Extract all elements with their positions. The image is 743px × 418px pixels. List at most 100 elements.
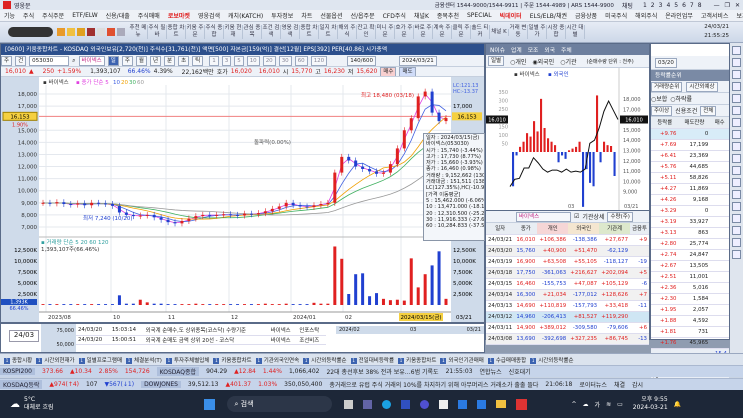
rank-row[interactable]: +1.95 2,057 (651, 304, 729, 316)
tab-외국인기관매매[interactable]: 1 외국인기관매매 (440, 356, 484, 364)
menu-주식매매[interactable]: 주식매매 (138, 11, 160, 20)
toolbar-button[interactable]: 해외 주식 (338, 25, 357, 39)
rank-row[interactable]: +4.27 11,869 (651, 183, 729, 195)
toolbar-button[interactable]: 시장 종합 (547, 25, 566, 39)
menu-영웅검색[interactable]: 영웅검색 (198, 11, 220, 20)
chart-date-field[interactable]: 2024/03/21 (399, 55, 437, 66)
rank-row[interactable]: +1.88 4,592 (651, 315, 729, 327)
interval-20[interactable]: 20 (262, 55, 276, 66)
save-icon[interactable] (57, 28, 65, 36)
toolbar-button[interactable]: 조건 검색 (262, 25, 281, 39)
toolbar-button[interactable]: 관심 종목 (243, 25, 262, 39)
rank-column-header[interactable]: 매수 (710, 117, 729, 129)
tool-icon[interactable] (97, 28, 105, 36)
rank-row[interactable]: +2.36 5,016 (651, 282, 729, 294)
menu-해외주식[interactable]: 해외주식 (635, 11, 657, 20)
chart2-icon[interactable] (732, 94, 741, 103)
tab-체결분석(T)[interactable]: 1 체결분석(T) (126, 356, 162, 364)
taskbar-search[interactable]: ⌕ 검색 (226, 396, 332, 412)
swap-icon[interactable] (732, 46, 741, 55)
screen-page-7[interactable]: 7 (690, 2, 694, 9)
menu-SPECIAL[interactable]: SPECIAL (467, 12, 492, 19)
gear-icon[interactable] (732, 70, 741, 79)
cursor-icon[interactable] (732, 106, 741, 115)
toolbar-button[interactable]: 키움 주문 (186, 25, 205, 39)
column-header[interactable]: 금융투 (630, 223, 649, 235)
rank-row[interactable]: +2.67 13,505 (651, 260, 729, 272)
period-틱[interactable]: 틱 (192, 55, 204, 66)
rank-row[interactable]: +6.41 23,369 (651, 150, 729, 162)
rank-row[interactable]: +2.51 11,001 (651, 271, 729, 283)
toolbar-button[interactable]: 클릭 주문 (452, 25, 471, 39)
investor-net-chart[interactable]: 3503002502001501005018,00017,00016,00015… (486, 68, 649, 210)
mini-timeline[interactable]: 2024/02 03 03/21 (336, 326, 484, 334)
tab-시간외등락률순[interactable]: 1 시간외등락률순 (303, 356, 347, 364)
menu-기능[interactable]: 기능 (4, 11, 15, 20)
index-field[interactable]: 감시 (632, 380, 643, 389)
investor-tab-N이슈[interactable]: N이슈 (490, 45, 505, 54)
menu-캐치(KATCH)[interactable]: 캐치(KATCH) (228, 11, 263, 20)
screen-page-1[interactable]: 1 (643, 2, 647, 9)
interval-3[interactable]: 3 (221, 55, 232, 66)
task-view-icon[interactable] (343, 399, 353, 409)
rank-tab-시간외예상[interactable]: 시간외예상 (686, 81, 718, 92)
column-header[interactable]: 외국인 (568, 223, 600, 235)
interval-60[interactable]: 60 (294, 55, 308, 66)
tab-투자주체별입체[interactable]: 1 투자주체별입체 (165, 356, 209, 364)
tab-종합시황[interactable]: 1 종합시황 (4, 356, 32, 364)
menu-미국주식[interactable]: 미국주식 (605, 11, 627, 20)
table-row[interactable]: 24/03/20 15,760 +40,900 +51,470 -62,129 (486, 245, 649, 257)
toolbar-button[interactable]: 계속 주문 (433, 25, 452, 39)
interval-120[interactable]: 120 (310, 55, 328, 66)
chart-type-select[interactable]: 주 (1, 55, 13, 66)
rank-row[interactable]: +5.76 44,685 (651, 161, 729, 173)
toolbar-button[interactable]: 잔고 확인 (357, 25, 376, 39)
buy-button[interactable]: 매수 (380, 67, 397, 76)
tab-키움종합차트[interactable]: 1 키움종합차트 (398, 356, 436, 364)
eraser2-icon[interactable] (732, 226, 741, 235)
table-row[interactable]: 24/03/08 13,690 -392,698 +327,235 +86,745 -13 (486, 333, 649, 345)
menu-빅데이터[interactable]: 빅데이터 (500, 11, 522, 20)
toolbar-button[interactable]: 일지 차트 (319, 25, 338, 39)
sell-button[interactable]: 매도 (399, 67, 416, 76)
app-icon[interactable] (457, 399, 467, 409)
minimize-button[interactable]: — (714, 2, 720, 9)
tab-시간외현재가[interactable]: 1 시간외현재가 (36, 356, 75, 364)
rank-row[interactable]: +1.76 45,965 (651, 337, 729, 349)
menu-투자정보[interactable]: 투자정보 (271, 11, 293, 20)
edge-icon[interactable] (381, 399, 391, 409)
toolbar-button[interactable]: 바로 주문 (414, 25, 433, 39)
column-header[interactable]: 기관계 (599, 223, 631, 235)
store-icon[interactable] (438, 399, 448, 409)
menu-차트[interactable]: 차트 (301, 11, 312, 20)
toolbar-button[interactable]: 주식 종합 (205, 25, 224, 39)
column-header[interactable]: 종가 (514, 223, 538, 235)
app-icon[interactable] (400, 399, 410, 409)
screen-icon[interactable] (87, 28, 95, 36)
youngwoongmun-icon[interactable] (515, 398, 527, 410)
tab-시간외등락률순[interactable]: 1 시간외등락률순 (530, 356, 574, 364)
index-field[interactable]: 채결 (614, 380, 625, 389)
rank-row[interactable]: +3.29 0 (651, 205, 729, 217)
menu-보기[interactable]: 보기 (736, 11, 743, 20)
toolbar-button[interactable]: 숄드 티커 (471, 25, 490, 39)
rank-row[interactable]: +2.74 24,847 (651, 249, 729, 261)
menu-ELS/ELB/채권[interactable]: ELS/ELB/채권 (530, 11, 567, 20)
toolbar-button[interactable]: 종합 차트 (167, 25, 186, 39)
line-icon[interactable] (732, 118, 741, 127)
rank-radio-보합[interactable]: ○보합 (651, 94, 667, 103)
investor-tab-주체[interactable]: 주체 (561, 45, 572, 54)
filter-select[interactable]: 주이상 (651, 105, 673, 116)
interval-5[interactable]: 5 (234, 55, 244, 66)
screen-page-4[interactable]: 4 (666, 2, 670, 9)
period-분[interactable]: 분 (164, 55, 176, 66)
gear-icon[interactable] (117, 28, 125, 36)
lock-icon[interactable] (77, 28, 85, 36)
menu-온라인업무[interactable]: 온라인업무 (665, 11, 693, 20)
table-row[interactable]: 24/03/11 14,900 +389,012 -309,580 -79,606 +6 (486, 322, 649, 334)
search-icon[interactable]: ⌕ (72, 57, 75, 65)
rank-radio-하락률[interactable]: ○하락률 (670, 94, 692, 103)
menu-채널K[interactable]: 채널K (414, 11, 429, 20)
interval-1[interactable]: 1 (209, 55, 219, 66)
text2-icon[interactable] (732, 238, 741, 247)
